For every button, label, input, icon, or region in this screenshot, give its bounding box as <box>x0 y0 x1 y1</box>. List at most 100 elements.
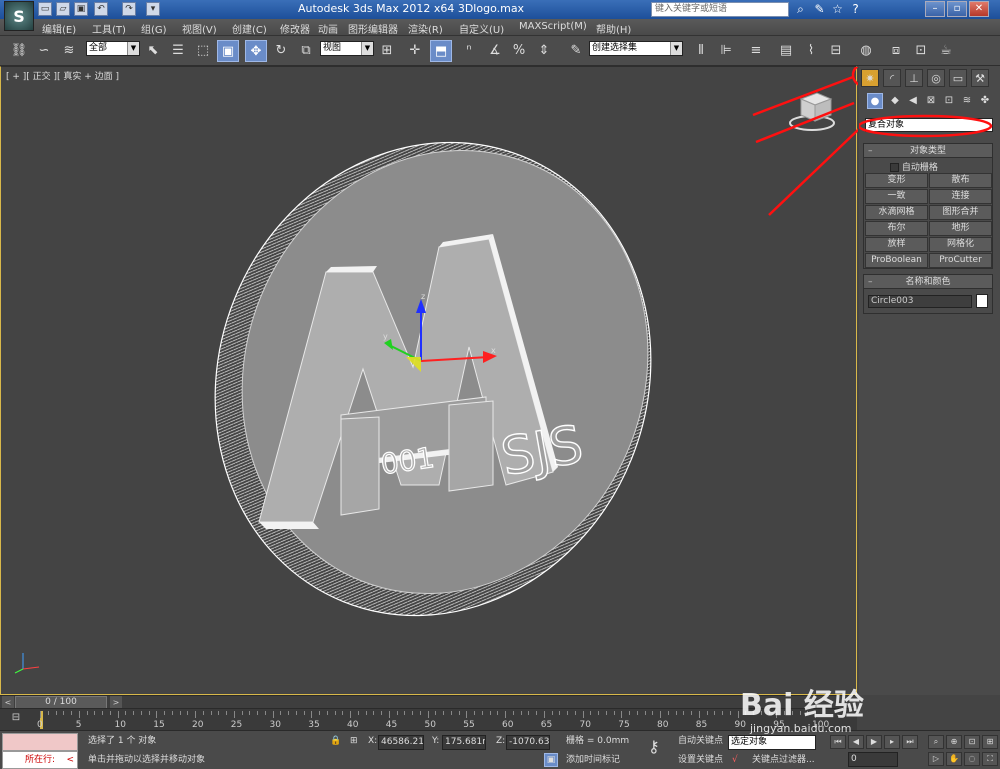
material-editor-icon[interactable]: ◍ <box>855 40 877 62</box>
bind-space-warp-icon[interactable]: ≋ <box>58 40 80 62</box>
search-input[interactable]: 键入关键字或短语 <box>651 2 789 17</box>
y-coord-field[interactable]: 175.681mm <box>442 735 486 750</box>
render-setup-icon[interactable]: ⧈ <box>885 40 907 62</box>
app-logo-icon[interactable]: S <box>4 1 34 31</box>
menu-tools[interactable]: 工具(T) <box>92 21 126 36</box>
auto-grid-row[interactable]: 自动栅格 <box>890 160 938 173</box>
zoom-extents-all-icon[interactable]: ⊞ <box>982 735 998 749</box>
current-frame-field[interactable]: 0 <box>848 752 898 767</box>
tools-icon[interactable]: ✎ <box>812 2 827 17</box>
modify-tab-icon[interactable]: ◜ <box>883 69 901 87</box>
open-file-icon[interactable]: ▱ <box>56 2 70 16</box>
layer-manager-icon[interactable]: ≡ <box>745 40 767 62</box>
field-of-view-icon[interactable]: ▷ <box>928 752 944 766</box>
align-icon[interactable]: ⊫ <box>715 40 737 62</box>
name-color-rollout-header[interactable]: – 名称和颜色 <box>864 275 992 289</box>
window-crossing-icon[interactable]: ▣ <box>217 40 239 62</box>
blobmesh-button[interactable]: 水滴网格 <box>865 205 928 220</box>
object-type-rollout-header[interactable]: – 对象类型 <box>864 144 992 158</box>
select-and-move-icon[interactable]: ✥ <box>245 40 267 62</box>
percent-snap-icon[interactable]: % <box>508 40 530 62</box>
rectangular-selection-icon[interactable]: ⬚ <box>192 40 214 62</box>
redo-icon[interactable]: ↷ <box>122 2 136 16</box>
key-icon[interactable]: ⚷ <box>648 739 660 755</box>
scatter-button[interactable]: 散布 <box>929 173 992 188</box>
select-and-rotate-icon[interactable]: ↻ <box>270 40 292 62</box>
trackbar[interactable]: ⊟ 0 5 10 15 20 25 30 35 40 45 50 55 60 65 70 75 80 85 90 95… <box>0 708 857 730</box>
auto-key-button[interactable]: 自动关键点 <box>678 734 723 749</box>
star-icon[interactable]: ☆ <box>830 2 845 17</box>
select-by-name-icon[interactable]: ☰ <box>167 40 189 62</box>
menu-help[interactable]: 帮助(H) <box>596 21 631 36</box>
key-filters-button[interactable]: 关键点过滤器... <box>752 753 815 768</box>
curve-editor-icon[interactable]: ⌇ <box>800 40 822 62</box>
maxscript-listener-bottom[interactable]: 所在行: < <box>2 751 78 769</box>
auto-grid-checkbox[interactable] <box>890 163 899 172</box>
menu-graph-editors[interactable]: 图形编辑器 <box>348 21 398 36</box>
angle-snap-icon[interactable]: ∡ <box>484 40 506 62</box>
new-file-icon[interactable]: ▭ <box>38 2 52 16</box>
morph-button[interactable]: 变形 <box>865 173 928 188</box>
x-coord-field[interactable]: 46586.217 <box>378 735 424 750</box>
quick-access-dropdown-icon[interactable]: ▾ <box>146 2 160 16</box>
keyboard-shortcut-override-icon[interactable]: ⬒ <box>430 40 452 62</box>
maxscript-listener-top[interactable] <box>2 733 78 751</box>
menu-customize[interactable]: 自定义(U) <box>459 21 504 36</box>
menu-modifiers[interactable]: 修改器 <box>280 21 310 36</box>
spinner-snap-icon[interactable]: ⇕ <box>533 40 555 62</box>
conform-button[interactable]: 一致 <box>865 189 928 204</box>
named-selection-dropdown[interactable]: 创建选择集 ▼ <box>589 41 683 56</box>
procutter-button[interactable]: ProCutter <box>929 253 992 268</box>
save-file-icon[interactable]: ▣ <box>74 2 88 16</box>
minimize-button[interactable]: – <box>925 1 945 17</box>
graphite-tools-icon[interactable]: ▤ <box>775 40 797 62</box>
maximize-viewport-icon[interactable]: ⛶ <box>982 752 998 766</box>
display-tab-icon[interactable]: ▭ <box>949 69 967 87</box>
set-key-button[interactable]: 设置关键点 <box>678 753 723 768</box>
object-color-swatch[interactable] <box>976 294 988 308</box>
help-icon[interactable]: ? <box>848 2 863 17</box>
shapemerge-button[interactable]: 图形合并 <box>929 205 992 220</box>
menu-edit[interactable]: 编辑(E) <box>42 21 76 36</box>
pan-icon[interactable]: ✋ <box>946 752 962 766</box>
listener-arrow-icon[interactable]: < <box>66 752 74 768</box>
maximize-button[interactable]: ▫ <box>947 1 967 17</box>
absolute-mode-icon[interactable]: ⊞ <box>350 734 358 749</box>
connect-button[interactable]: 连接 <box>929 189 992 204</box>
menu-create[interactable]: 创建(C) <box>232 21 267 36</box>
select-manipulate-icon[interactable]: ✛ <box>404 40 426 62</box>
pivot-center-icon[interactable]: ⊞ <box>376 40 398 62</box>
mini-curve-editor-icon[interactable]: ⊟ <box>5 712 27 726</box>
selection-filter-dropdown[interactable]: 全部 ▼ <box>86 41 140 56</box>
undo-icon[interactable]: ↶ <box>94 2 108 16</box>
reference-coord-dropdown[interactable]: 视图 ▼ <box>320 41 374 56</box>
rendered-frame-window-icon[interactable]: ⊡ <box>910 40 932 62</box>
unlink-icon[interactable]: ∽ <box>33 40 55 62</box>
terrain-button[interactable]: 地形 <box>929 221 992 236</box>
mesher-button[interactable]: 网格化 <box>929 237 992 252</box>
menu-maxscript[interactable]: MAXScript(M) <box>519 21 587 32</box>
binoculars-icon[interactable]: ⌕ <box>793 2 808 17</box>
time-tag-icon[interactable]: ▣ <box>544 753 558 767</box>
create-tab-icon[interactable]: ✷ <box>861 69 879 87</box>
edit-named-selection-icon[interactable]: ✎ <box>565 40 587 62</box>
loft-button[interactable]: 放样 <box>865 237 928 252</box>
lock-selection-icon[interactable]: 🔒 <box>330 734 341 749</box>
menu-view[interactable]: 视图(V) <box>182 21 217 36</box>
orbit-icon[interactable]: ◌ <box>964 752 980 766</box>
hierarchy-tab-icon[interactable]: ⊥ <box>905 69 923 87</box>
menu-rendering[interactable]: 渲染(R) <box>408 21 443 36</box>
motion-tab-icon[interactable]: ◎ <box>927 69 945 87</box>
snap-toggle-icon[interactable]: ⁿ <box>458 40 480 62</box>
add-time-tag[interactable]: 添加时间标记 <box>566 753 620 768</box>
object-name-field[interactable]: Circle003 <box>868 295 972 308</box>
schematic-view-icon[interactable]: ⊟ <box>825 40 847 62</box>
proboolean-button[interactable]: ProBoolean <box>865 253 928 268</box>
render-production-icon[interactable]: ☕ <box>935 40 957 62</box>
select-and-scale-icon[interactable]: ⧉ <box>295 40 317 62</box>
link-icon[interactable]: ⛓ <box>8 40 30 62</box>
close-button[interactable]: ✕ <box>969 1 989 17</box>
viewport-front[interactable]: [ + ][ 正交 ][ 真实 + 边面 ] 001 SJS z x y <box>0 66 858 695</box>
mirror-icon[interactable]: ⫴ <box>690 40 712 62</box>
menu-group[interactable]: 组(G) <box>141 21 167 36</box>
